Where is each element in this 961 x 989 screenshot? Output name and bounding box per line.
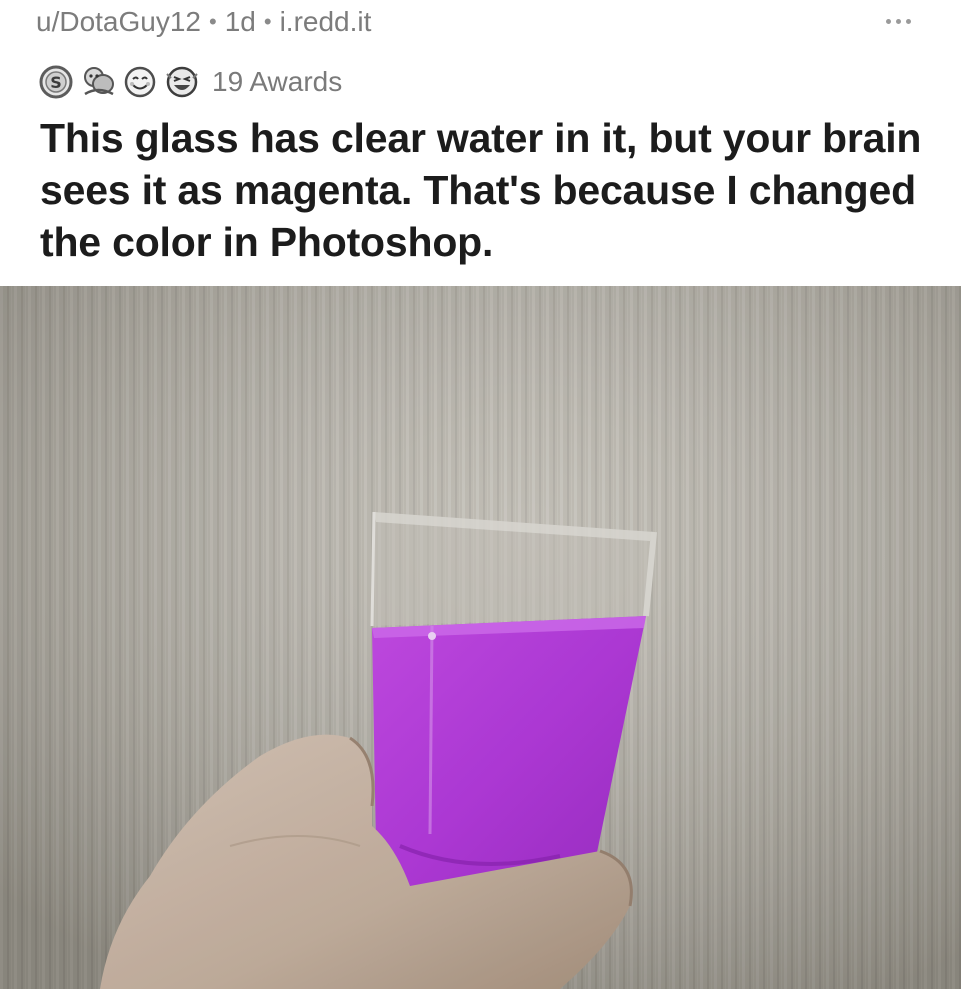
- post-age: 1d: [224, 6, 256, 37]
- post-header: u/DotaGuy12 • 1d • i.redd.it S 19 Awards…: [0, 0, 961, 286]
- awards-count: 19 Awards: [212, 66, 343, 97]
- post-meta: u/DotaGuy12 • 1d • i.redd.it: [36, 2, 371, 42]
- meta-separator: •: [209, 9, 217, 34]
- awards-row[interactable]: S 19 Awards: [36, 58, 342, 106]
- author-link[interactable]: u/DotaGuy12: [36, 6, 201, 38]
- post-domain[interactable]: i.redd.it: [280, 6, 372, 38]
- post-title[interactable]: This glass has clear water in it, but yo…: [40, 112, 930, 268]
- svg-text:S: S: [50, 73, 62, 92]
- more-options-icon[interactable]: [875, 6, 921, 36]
- silver-award-icon: S: [36, 62, 76, 102]
- laughing-award-icon: [162, 62, 202, 102]
- hug-award-icon: [78, 62, 118, 102]
- wholesome-award-icon: [120, 62, 160, 102]
- meta-separator: •: [263, 9, 272, 34]
- post-image[interactable]: [0, 286, 961, 989]
